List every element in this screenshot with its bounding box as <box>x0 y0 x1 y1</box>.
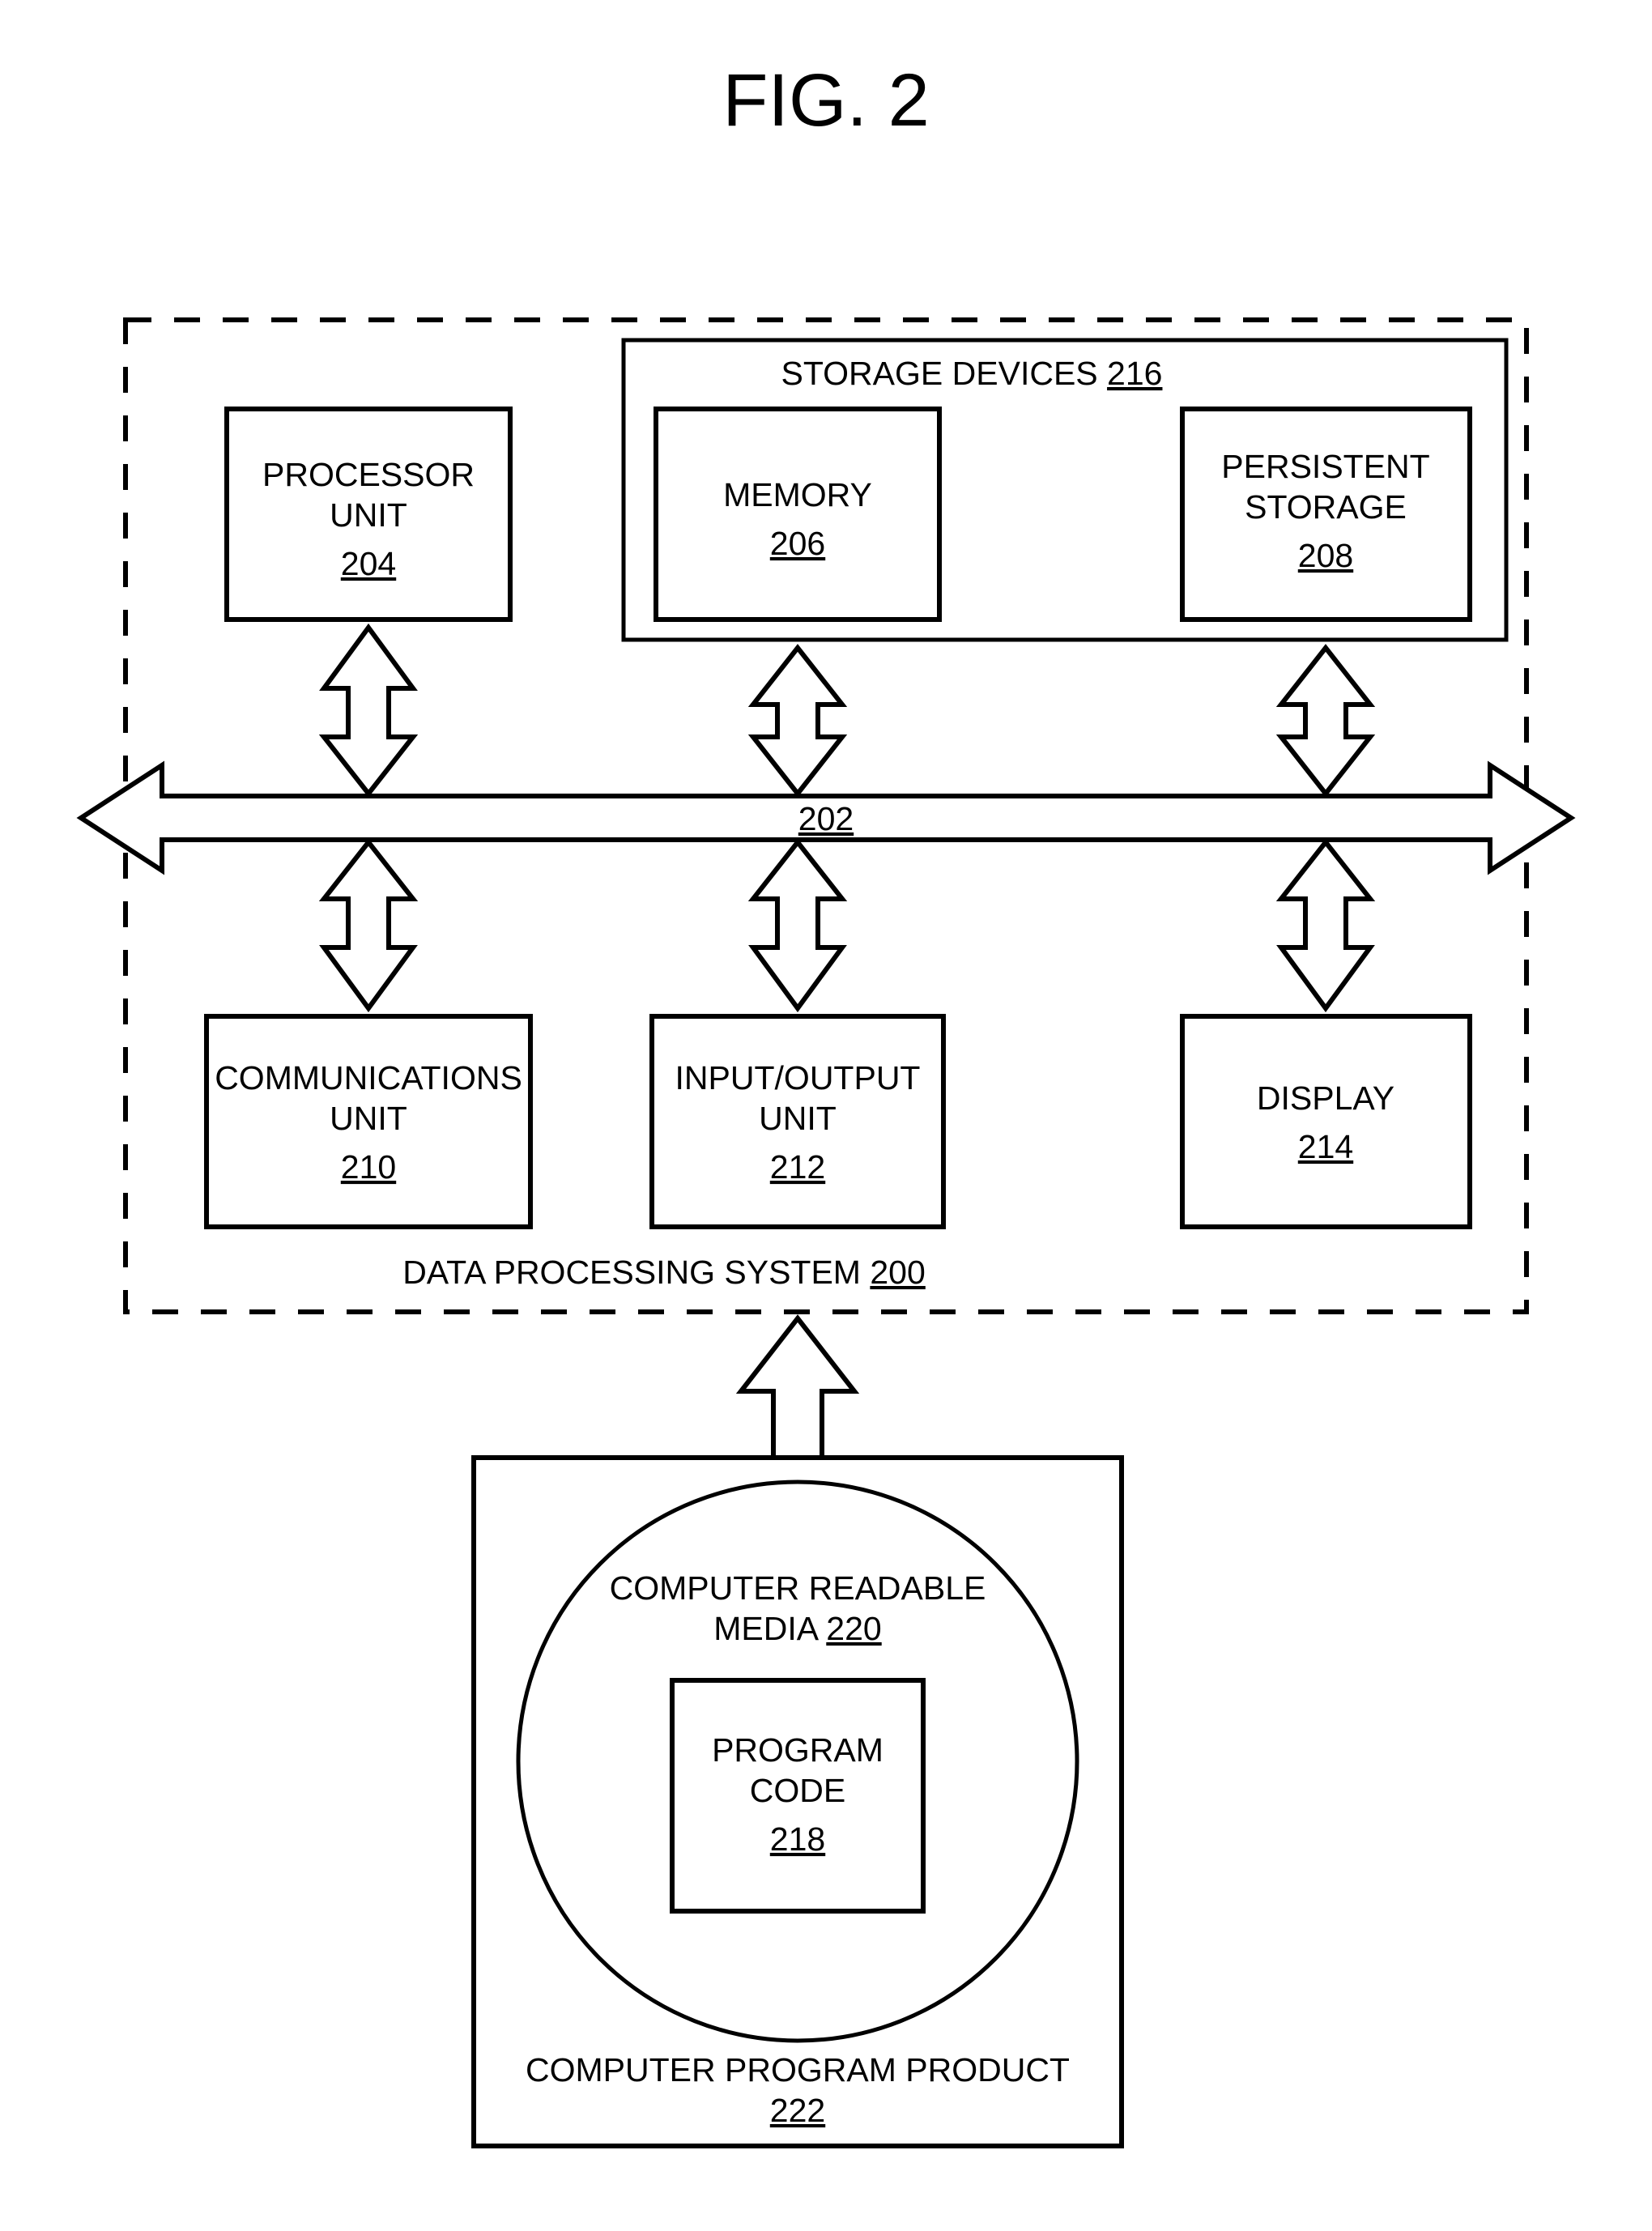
figure-title: FIG. 2 <box>722 59 930 142</box>
processor-unit-line1: PROCESSOR <box>262 456 475 493</box>
persistent-storage-ref: 208 <box>1298 537 1353 574</box>
up-arrow-icon <box>741 1318 854 1458</box>
program-code-ref: 218 <box>770 1820 825 1858</box>
double-arrow-icon <box>324 842 413 1008</box>
processor-unit-line2: UNIT <box>330 496 407 534</box>
communications-unit-line2: UNIT <box>330 1100 407 1137</box>
memory-box <box>656 409 939 619</box>
memory-line1: MEMORY <box>723 476 872 513</box>
display-line1: DISPLAY <box>1257 1079 1394 1117</box>
io-unit-line1: INPUT/OUTPUT <box>675 1059 921 1096</box>
product-ref: 222 <box>770 2092 825 2129</box>
communications-unit-line1: COMMUNICATIONS <box>215 1059 522 1096</box>
media-line2: MEDIA 220 <box>713 1610 881 1647</box>
processor-unit-ref: 204 <box>341 545 396 582</box>
persistent-storage-line2: STORAGE <box>1245 488 1407 526</box>
io-unit-line2: UNIT <box>759 1100 837 1137</box>
io-unit-ref: 212 <box>770 1148 825 1186</box>
program-code-line1: PROGRAM <box>712 1731 883 1769</box>
display-ref: 214 <box>1298 1128 1353 1165</box>
system-label: DATA PROCESSING SYSTEM 200 <box>402 1254 926 1291</box>
product-label: COMPUTER PROGRAM PRODUCT <box>526 2051 1070 2088</box>
persistent-storage-line1: PERSISTENT <box>1221 448 1429 485</box>
display-box <box>1182 1016 1470 1227</box>
figure-2: FIG. 2 STORAGE DEVICES 216 PROCESSOR UNI… <box>0 0 1652 2231</box>
double-arrow-icon <box>753 648 842 794</box>
bus-ref: 202 <box>798 800 854 837</box>
double-arrow-icon <box>1281 648 1370 794</box>
double-arrow-icon <box>1281 842 1370 1008</box>
communications-unit-ref: 210 <box>341 1148 396 1186</box>
double-arrow-icon <box>753 842 842 1008</box>
storage-devices-label: STORAGE DEVICES 216 <box>781 355 1163 392</box>
media-line1: COMPUTER READABLE <box>610 1569 986 1607</box>
memory-ref: 206 <box>770 525 825 562</box>
double-arrow-icon <box>324 628 413 794</box>
program-code-line2: CODE <box>750 1772 845 1809</box>
